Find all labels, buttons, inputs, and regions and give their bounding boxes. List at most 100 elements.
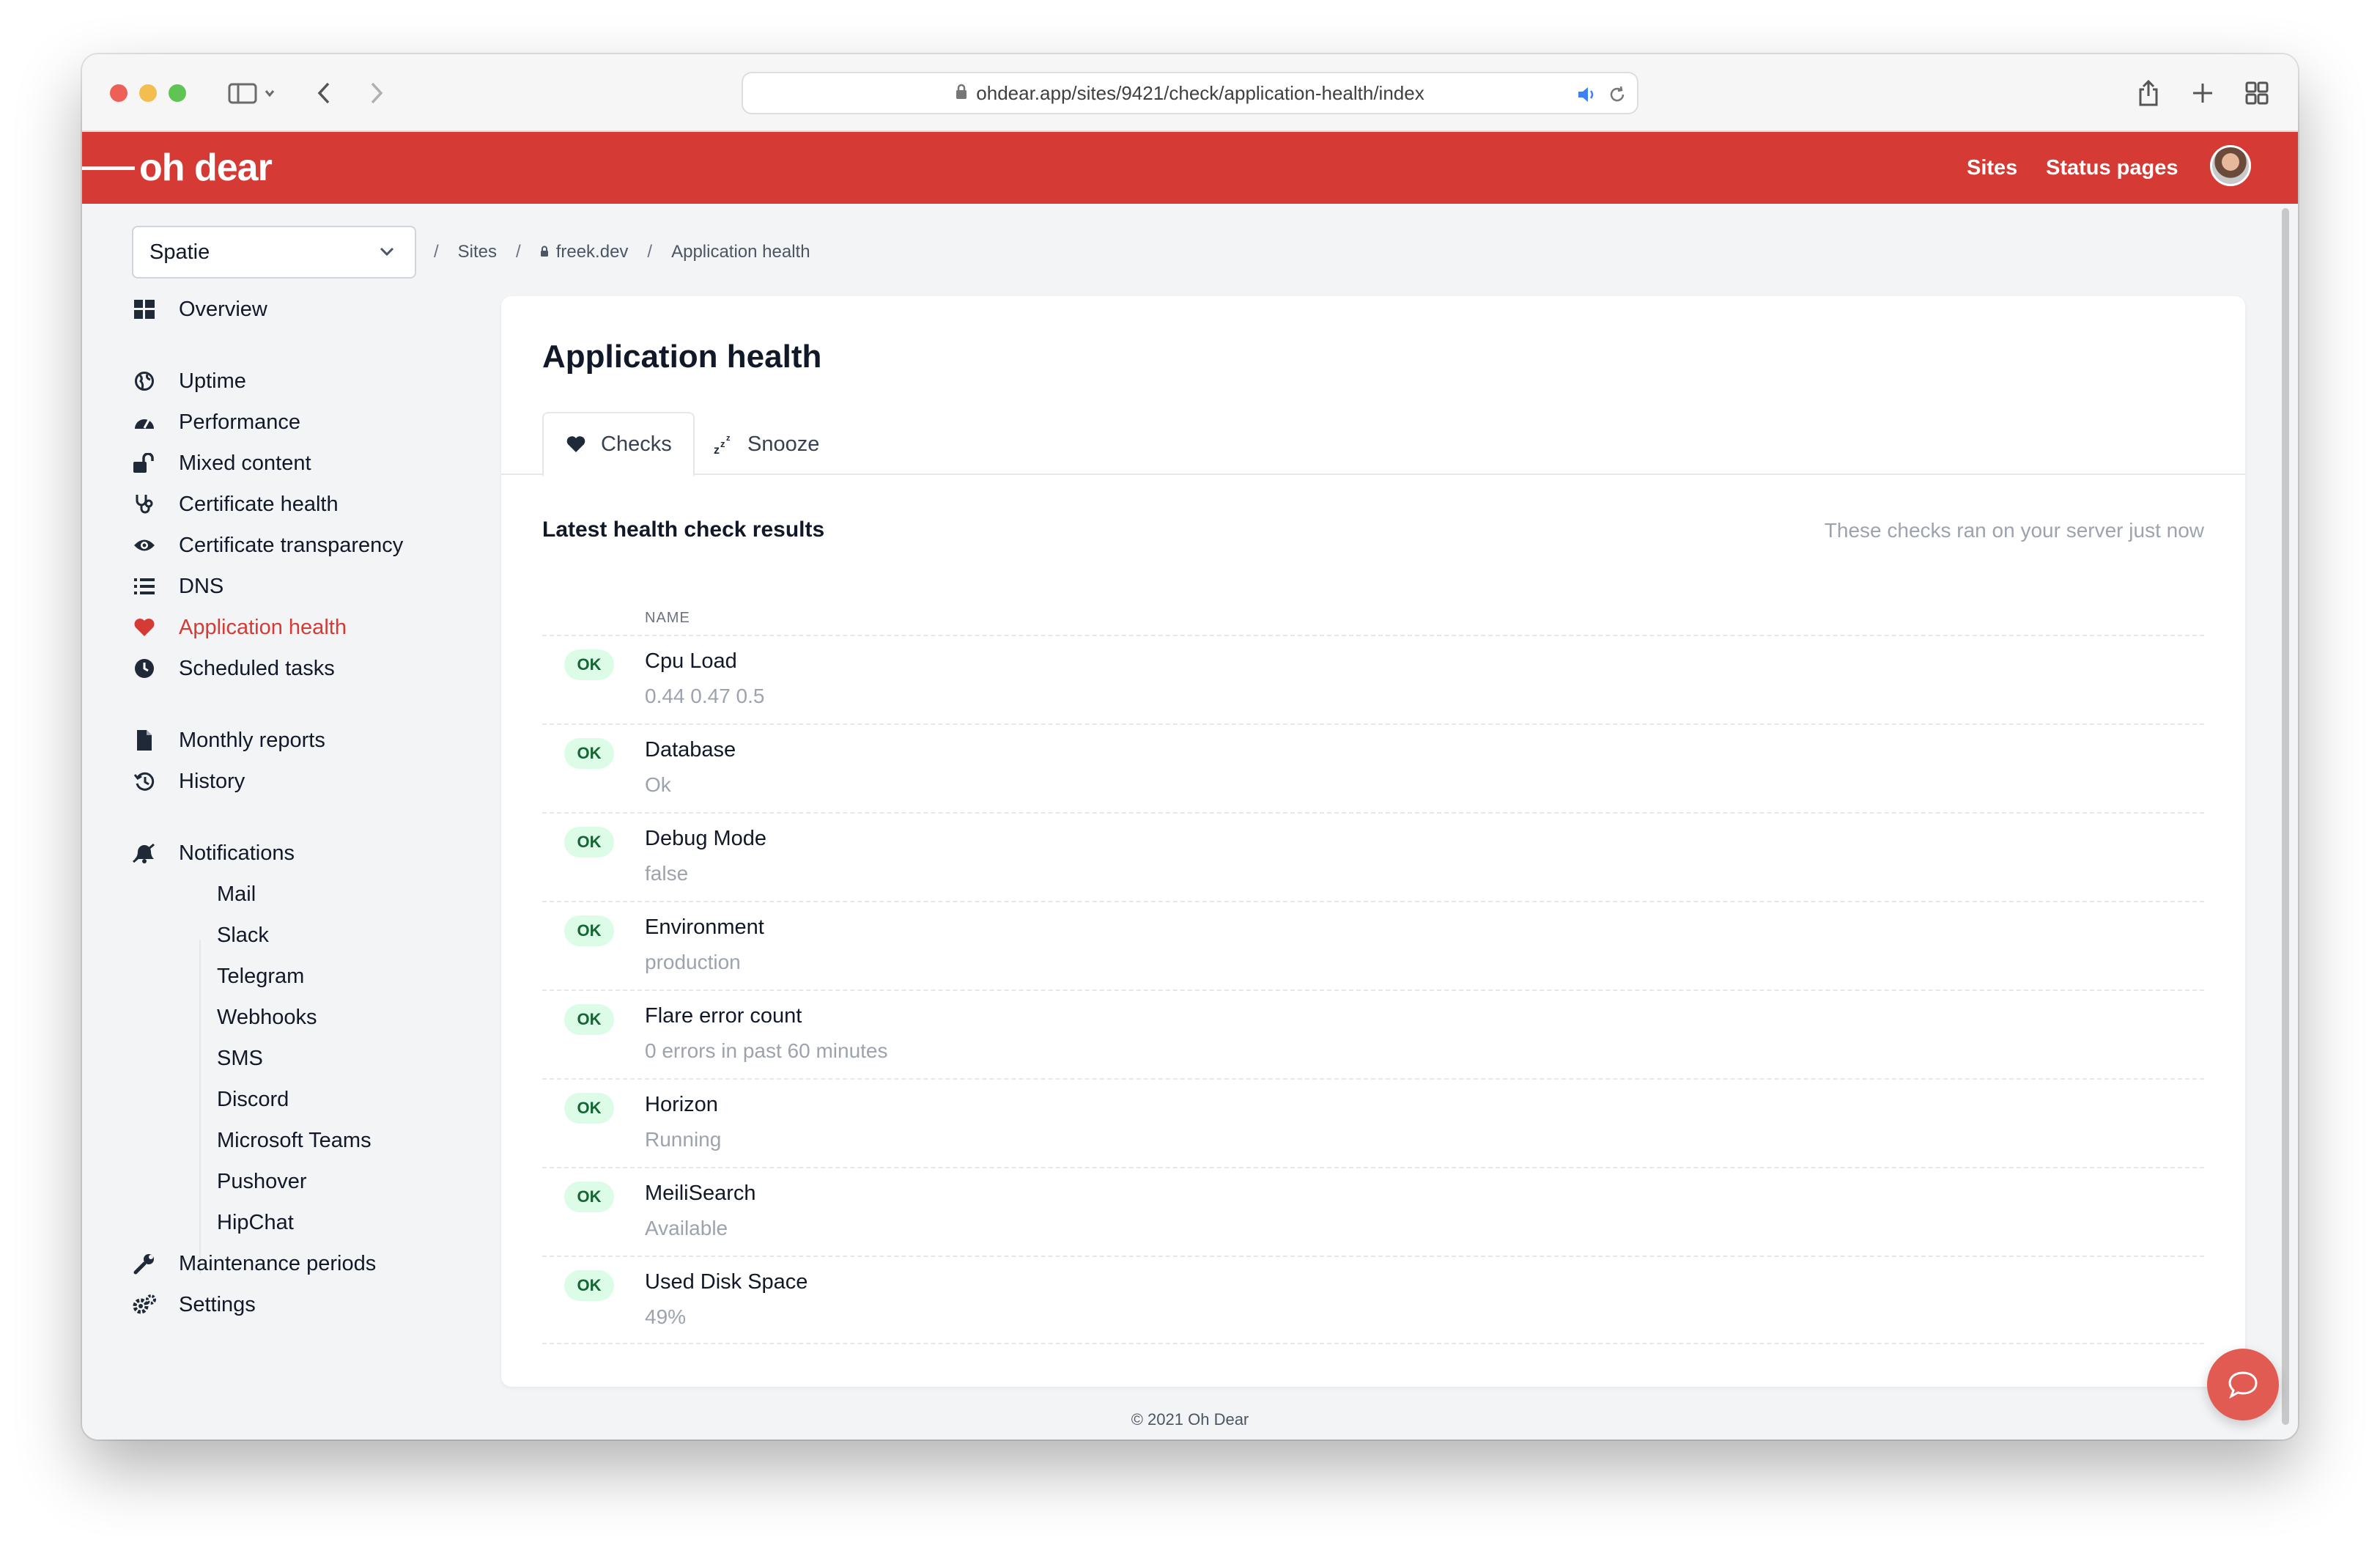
sidebar-item-maintenance-periods[interactable]: Maintenance periods [132, 1246, 376, 1281]
check-value: false [645, 862, 689, 885]
sidebar-item-label: Uptime [179, 369, 246, 393]
sidebar-item-label: Overview [179, 297, 267, 321]
sidebar-item-overview[interactable]: Overview [132, 292, 267, 327]
globe-icon [132, 369, 157, 394]
status-badge: OK [564, 738, 614, 769]
speaker-icon[interactable] [1577, 73, 1597, 116]
sidebar-item-label: Application health [179, 615, 347, 639]
table-row: OK Horizon Running [542, 1078, 2204, 1167]
sidebar-item-label: History [179, 769, 245, 793]
sidebar-item-label: Certificate transparency [179, 533, 404, 557]
sidebar-subitem-telegram[interactable]: Telegram [217, 959, 304, 994]
browser-window: ohdear.app/sites/9421/check/application-… [82, 54, 2298, 1440]
forward-icon[interactable] [362, 75, 391, 111]
tab-checks[interactable]: Checks [542, 412, 695, 476]
sidebar-subitem-discord[interactable]: Discord [217, 1082, 289, 1117]
status-badge: OK [564, 1270, 614, 1301]
sidebar-item-label: Scheduled tasks [179, 656, 335, 680]
wrench-icon [132, 1251, 157, 1276]
table-row: OK Flare error count 0 errors in past 60… [542, 989, 2204, 1078]
sidebar-item-certificate-health[interactable]: Certificate health [132, 487, 339, 522]
oh-dear-logo[interactable]: oh dear [82, 132, 273, 204]
sidebar-item-dns[interactable]: DNS [132, 569, 223, 604]
svg-text:z: z [720, 438, 725, 449]
user-avatar[interactable] [2210, 145, 2251, 186]
page-scrollbar[interactable] [2282, 208, 2289, 1425]
sidebar-item-uptime[interactable]: Uptime [132, 364, 246, 399]
section-note: These checks ran on your server just now [1824, 519, 2204, 542]
sidebar-subitem-slack[interactable]: Slack [217, 918, 269, 953]
status-badge: OK [564, 1182, 614, 1212]
back-icon[interactable] [309, 75, 339, 111]
table-row: OK MeiliSearch Available [542, 1167, 2204, 1256]
close-window-button[interactable] [110, 84, 128, 102]
sidebar-item-label: Maintenance periods [179, 1251, 377, 1275]
sidebar-toggle-icon[interactable] [221, 75, 283, 111]
status-badge: OK [564, 827, 614, 858]
tab-label: Checks [601, 432, 672, 456]
page-title: Application health [542, 339, 822, 375]
sidebar-subitem-mail[interactable]: Mail [217, 877, 256, 912]
tab-bar: Checks zzz Snooze [501, 412, 2245, 476]
sidebar-subitem-sms[interactable]: SMS [217, 1041, 263, 1076]
check-name: Used Disk Space [645, 1270, 808, 1294]
tab-snooze[interactable]: zzz Snooze [714, 412, 819, 476]
minimize-window-button[interactable] [139, 84, 157, 102]
check-name: Debug Mode [645, 827, 767, 850]
sidebar-item-label: Mixed content [179, 451, 311, 475]
sidebar-item-history[interactable]: History [132, 764, 245, 799]
sidebar-subitem-webhooks[interactable]: Webhooks [217, 1000, 317, 1035]
sidebar-item-application-health[interactable]: Application health [132, 610, 347, 645]
sidebar-item-performance[interactable]: Performance [132, 405, 300, 440]
sidebar-item-monthly-reports[interactable]: Monthly reports [132, 723, 325, 758]
list-icon [132, 574, 157, 599]
status-badge: OK [564, 1093, 614, 1124]
status-badge: OK [564, 649, 614, 680]
chat-button[interactable] [2207, 1349, 2279, 1420]
breadcrumb-site[interactable]: freek.dev [556, 242, 629, 262]
address-bar[interactable]: ohdear.app/sites/9421/check/application-… [742, 72, 1638, 114]
browser-toolbar: ohdear.app/sites/9421/check/application-… [82, 54, 2298, 132]
stethoscope-icon [132, 492, 157, 517]
history-icon [132, 769, 157, 794]
tab-overview-icon[interactable] [2242, 75, 2272, 111]
sidebar-item-notifications[interactable]: Notifications [132, 836, 295, 871]
check-value: 0 errors in past 60 minutes [645, 1039, 888, 1062]
share-icon[interactable] [2134, 75, 2163, 111]
breadcrumb-sites[interactable]: Sites [458, 242, 497, 262]
svg-text:z: z [726, 434, 731, 443]
sidebar-subitem-microsoft-teams[interactable]: Microsoft Teams [217, 1123, 372, 1158]
sidebar-item-label: Notifications [179, 841, 295, 865]
sidebar-subitem-hipchat[interactable]: HipChat [217, 1205, 294, 1240]
table-row: OK Debug Mode false [542, 812, 2204, 901]
sidebar-item-scheduled-tasks[interactable]: Scheduled tasks [132, 651, 335, 686]
svg-text:z: z [714, 444, 720, 455]
gauge-icon [132, 410, 157, 435]
address-text: ohdear.app/sites/9421/check/application-… [976, 81, 1424, 104]
footer-copyright: © 2021 Oh Dear [1131, 1410, 1249, 1429]
sidebar-item-settings[interactable]: Settings [132, 1287, 256, 1322]
sidebar-item-label: Performance [179, 410, 301, 434]
tab-label: Snooze [747, 432, 820, 456]
gears-icon [132, 1292, 157, 1317]
content-card: Application health Checks zzz Snooze Lat… [501, 296, 2245, 1387]
breadcrumb: / Sites / freek.dev / Application health [434, 226, 810, 279]
sidebar-item-mixed-content[interactable]: Mixed content [132, 446, 311, 481]
clock-icon [132, 656, 157, 681]
team-select[interactable]: Spatie [132, 226, 416, 279]
nav-sites-link[interactable]: Sites [1967, 132, 2017, 204]
file-icon [132, 728, 157, 753]
check-value: Available [645, 1217, 728, 1239]
sidebar-item-label: Settings [179, 1292, 256, 1316]
sidebar-subitem-pushover[interactable]: Pushover [217, 1164, 307, 1199]
breadcrumb-separator: / [516, 242, 521, 262]
unlock-icon [132, 451, 157, 476]
bell-icon [132, 841, 157, 866]
nav-status-pages-link[interactable]: Status pages [2046, 132, 2178, 204]
check-name: MeiliSearch [645, 1182, 756, 1205]
new-tab-icon[interactable] [2188, 75, 2217, 111]
sidebar-item-certificate-transparency[interactable]: Certificate transparency [132, 528, 403, 563]
zoom-window-button[interactable] [169, 84, 186, 102]
lock-icon [956, 82, 967, 105]
reload-icon[interactable] [1608, 73, 1627, 116]
